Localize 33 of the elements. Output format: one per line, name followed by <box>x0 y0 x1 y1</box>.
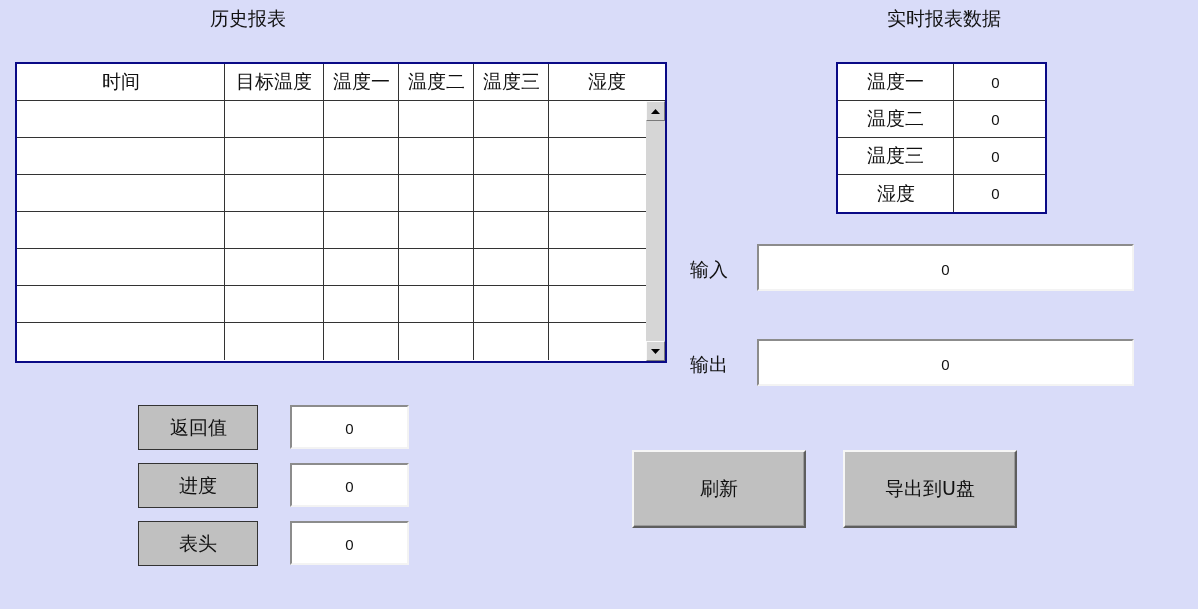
up-triangle-icon <box>651 108 660 114</box>
section-title: 历史报表 <box>210 7 286 29</box>
sensor-value: 0 <box>990 146 1001 167</box>
scrollbar[interactable] <box>646 101 665 361</box>
field-label: 输出 <box>690 351 729 377</box>
field-label: 输入 <box>690 256 729 282</box>
action-button[interactable]: 返回值 <box>138 405 258 450</box>
value-field[interactable]: 0 <box>757 339 1134 386</box>
column-header: 目标温度 <box>225 64 324 100</box>
sensor-value: 0 <box>990 184 1001 204</box>
column-header: 时间 <box>17 64 225 100</box>
column-header: 湿度 <box>587 69 627 94</box>
action-button[interactable]: 进度 <box>138 463 258 508</box>
column-header: 温度三 <box>474 64 549 100</box>
value-field[interactable]: 0 <box>290 405 409 449</box>
sensor-label: 温度二 <box>838 101 954 137</box>
action-button[interactable]: 刷新 <box>632 450 806 528</box>
section-title: 实时报表数据 <box>887 7 1001 29</box>
sensor-label: 湿度 <box>838 175 954 212</box>
scroll-down-button[interactable] <box>646 341 665 361</box>
sensor-label: 温度三 <box>838 138 954 174</box>
action-button[interactable]: 表头 <box>138 521 258 566</box>
column-header: 温度一 <box>324 64 399 100</box>
value-field[interactable]: 0 <box>757 244 1134 291</box>
sensor-value: 0 <box>990 72 1001 93</box>
value-field[interactable]: 0 <box>290 521 409 565</box>
down-triangle-icon <box>651 348 660 354</box>
action-button[interactable]: 导出到U盘 <box>843 450 1017 528</box>
column-header: 温度二 <box>399 64 474 100</box>
sensor-value: 0 <box>990 109 1001 130</box>
sensor-label: 温度一 <box>838 64 954 100</box>
scroll-up-button[interactable] <box>646 101 665 121</box>
value-field[interactable]: 0 <box>290 463 409 507</box>
